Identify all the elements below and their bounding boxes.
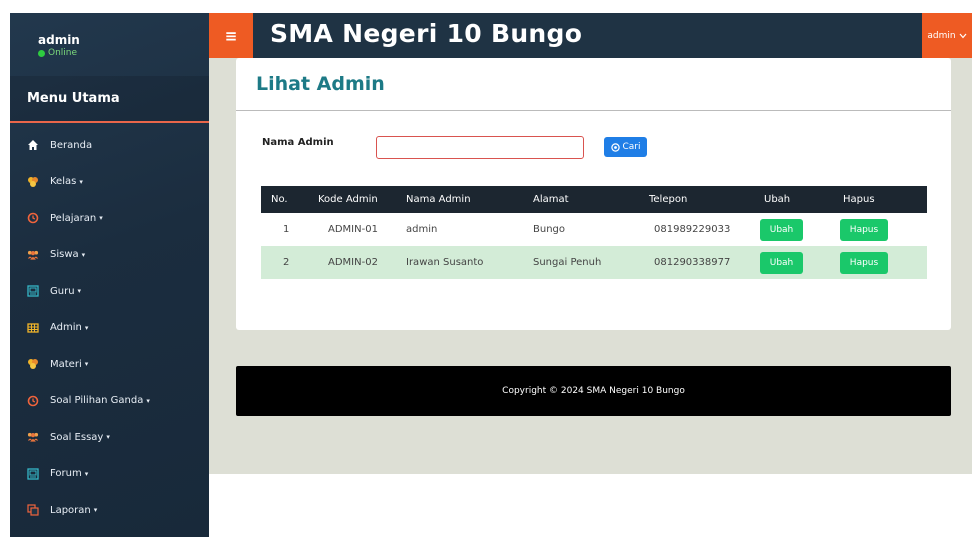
id-card-icon — [27, 285, 39, 297]
sidebar-item-label: Kelas — [50, 176, 77, 188]
users-icon — [27, 431, 39, 443]
sidebar-item-admin[interactable]: Admin ▾ — [10, 310, 209, 347]
page-title: Lihat Admin — [256, 73, 385, 95]
caret-down-icon: ▾ — [99, 214, 103, 223]
sidebar-item-label: Materi — [50, 358, 82, 370]
caret-down-icon: ▾ — [84, 469, 89, 478]
column-header-no: No. — [261, 186, 308, 213]
column-header-nama: Nama Admin — [396, 186, 523, 213]
caret-down-icon: ▾ — [81, 250, 86, 259]
edit-button[interactable]: Ubah — [760, 251, 803, 274]
search-input[interactable] — [376, 136, 584, 159]
sidebar-item-soal-essay[interactable]: Soal Essay ▾ — [10, 419, 209, 456]
sidebar-item-label: Guru — [50, 285, 75, 297]
search-label: Nama Admin — [262, 137, 334, 148]
footer: Copyright © 2024 SMA Negeri 10 Bungo — [236, 366, 951, 416]
search-button[interactable]: Cari — [604, 137, 647, 157]
users-icon — [27, 249, 39, 261]
sidebar-item-soal-pilihan-ganda[interactable]: Soal Pilihan Ganda ▾ — [10, 383, 209, 420]
table-header-row: No. Kode Admin Nama Admin Alamat Telepon… — [261, 186, 927, 213]
caret-down-icon: ▾ — [84, 323, 89, 332]
edit-button[interactable]: Ubah — [760, 218, 803, 241]
delete-button[interactable]: Hapus — [840, 251, 888, 274]
online-dot-icon — [38, 49, 45, 57]
main-panel: Lihat Admin Nama Admin Cari No. Kode Adm… — [236, 58, 951, 330]
delete-button[interactable]: Hapus — [840, 218, 888, 241]
copyright-text: Copyright © 2024 SMA Negeri 10 Bungo — [502, 386, 685, 396]
table-row: 2 ADMIN-02 Irawan Susanto Sungai Penuh 0… — [261, 246, 927, 279]
sidebar-item-forum[interactable]: Forum ▾ — [10, 456, 209, 493]
sidebar-menu: Beranda Kelas ▾ Pelajaran ▾ Siswa ▾ Guru… — [10, 127, 209, 529]
user-status: Online — [38, 48, 209, 58]
sidebar-item-label: Laporan — [50, 504, 91, 516]
sidebar-item-siswa[interactable]: Siswa ▾ — [10, 237, 209, 274]
cell-no: 1 — [283, 224, 290, 235]
sidebar-item-label: Soal Essay — [50, 431, 104, 443]
caret-down-icon: ▾ — [106, 433, 110, 442]
clock-icon — [27, 395, 39, 407]
cell-no: 2 — [261, 246, 308, 279]
cell-telepon: 081989229033 — [654, 224, 731, 235]
clock-icon — [27, 212, 39, 224]
sidebar-item-pelajaran[interactable]: Pelajaran ▾ — [10, 200, 209, 237]
cubes-icon — [27, 176, 39, 188]
caret-down-icon: ▾ — [146, 396, 150, 405]
cell-kode: ADMIN-01 — [328, 224, 378, 235]
sidebar-item-label: Pelajaran — [50, 212, 97, 224]
search-circle-icon — [610, 142, 620, 152]
sidebar-item-label: Beranda — [50, 139, 93, 151]
cell-nama: admin — [406, 224, 438, 235]
column-header-ubah: Ubah — [754, 186, 833, 213]
table-row: 1 ADMIN-01 admin Bungo 081989229033 Ubah… — [261, 213, 927, 246]
column-header-hapus: Hapus — [833, 186, 927, 213]
status-text: Online — [48, 48, 78, 58]
user-name: admin — [38, 33, 80, 47]
title-divider — [236, 110, 951, 111]
table-icon — [27, 322, 39, 334]
caret-down-icon: ▾ — [84, 360, 89, 369]
chevron-down-icon — [959, 33, 967, 38]
cubes-icon — [27, 358, 39, 370]
sidebar-item-beranda[interactable]: Beranda — [10, 127, 209, 164]
cell-kode: ADMIN-02 — [308, 246, 396, 279]
sidebar-item-laporan[interactable]: Laporan ▾ — [10, 492, 209, 529]
sidebar: admin Online Menu Utama Beranda Kelas ▾ … — [10, 13, 209, 537]
app-title: SMA Negeri 10 Bungo — [270, 19, 583, 48]
caret-down-icon: ▾ — [79, 177, 83, 186]
home-icon — [27, 139, 39, 151]
sidebar-item-guru[interactable]: Guru ▾ — [10, 273, 209, 310]
search-button-label: Cari — [622, 142, 641, 152]
user-panel: admin Online — [10, 13, 209, 76]
sidebar-item-materi[interactable]: Materi ▾ — [10, 346, 209, 383]
caret-down-icon: ▾ — [93, 506, 98, 515]
cell-alamat: Sungai Penuh — [523, 246, 639, 279]
cell-alamat: Bungo — [533, 224, 566, 235]
caret-down-icon: ▾ — [77, 287, 82, 296]
user-dropdown-label: admin — [927, 30, 956, 41]
sidebar-item-kelas[interactable]: Kelas ▾ — [10, 164, 209, 201]
admin-table: No. Kode Admin Nama Admin Alamat Telepon… — [261, 186, 927, 279]
column-header-telepon: Telepon — [639, 186, 754, 213]
sidebar-item-label: Soal Pilihan Ganda — [50, 395, 144, 407]
cell-nama: Irawan Susanto — [396, 246, 523, 279]
cell-telepon: 081290338977 — [639, 246, 754, 279]
column-header-kode: Kode Admin — [308, 186, 396, 213]
sidebar-item-label: Admin — [50, 322, 82, 334]
hamburger-menu-button[interactable]: ≡ — [209, 13, 253, 58]
user-dropdown[interactable]: admin — [922, 13, 972, 58]
id-card-icon — [27, 468, 39, 480]
column-header-alamat: Alamat — [523, 186, 639, 213]
sidebar-item-label: Forum — [50, 468, 82, 480]
sidebar-item-label: Siswa — [50, 249, 79, 261]
menu-title: Menu Utama — [10, 76, 209, 123]
copy-icon — [27, 504, 39, 516]
topbar: ≡ SMA Negeri 10 Bungo admin — [209, 13, 972, 58]
